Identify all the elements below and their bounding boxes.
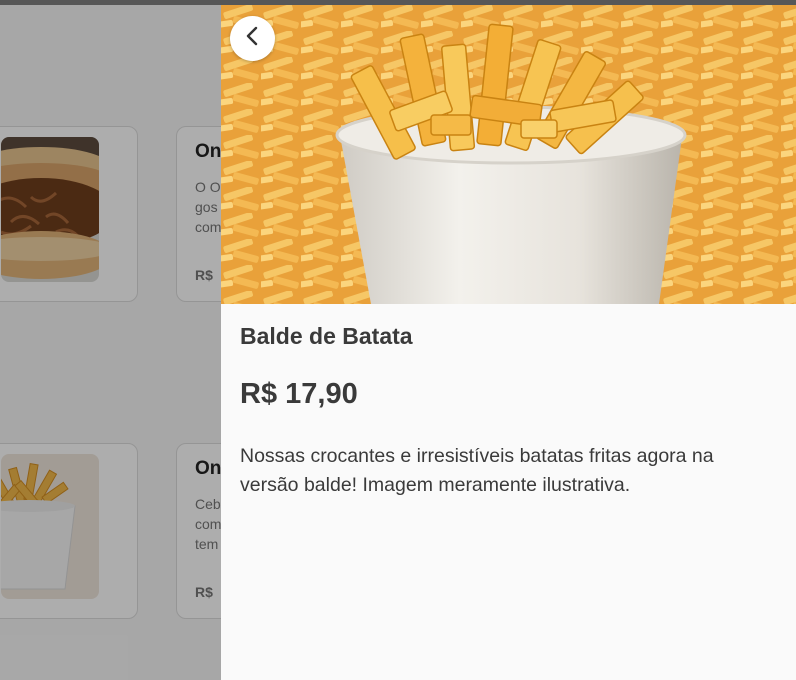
product-price: R$ 17,90 bbox=[240, 378, 358, 410]
window-top-bar bbox=[0, 0, 796, 5]
product-hero-image bbox=[221, 5, 796, 304]
back-button[interactable] bbox=[230, 16, 275, 61]
product-description: Nossas crocantes e irresistíveis batatas… bbox=[240, 445, 714, 496]
product-title: Balde de Batata bbox=[240, 323, 413, 349]
product-detail-panel: Balde de Batata R$ 17,90 Nossas crocante… bbox=[221, 5, 796, 680]
chevron-left-icon bbox=[242, 25, 264, 52]
